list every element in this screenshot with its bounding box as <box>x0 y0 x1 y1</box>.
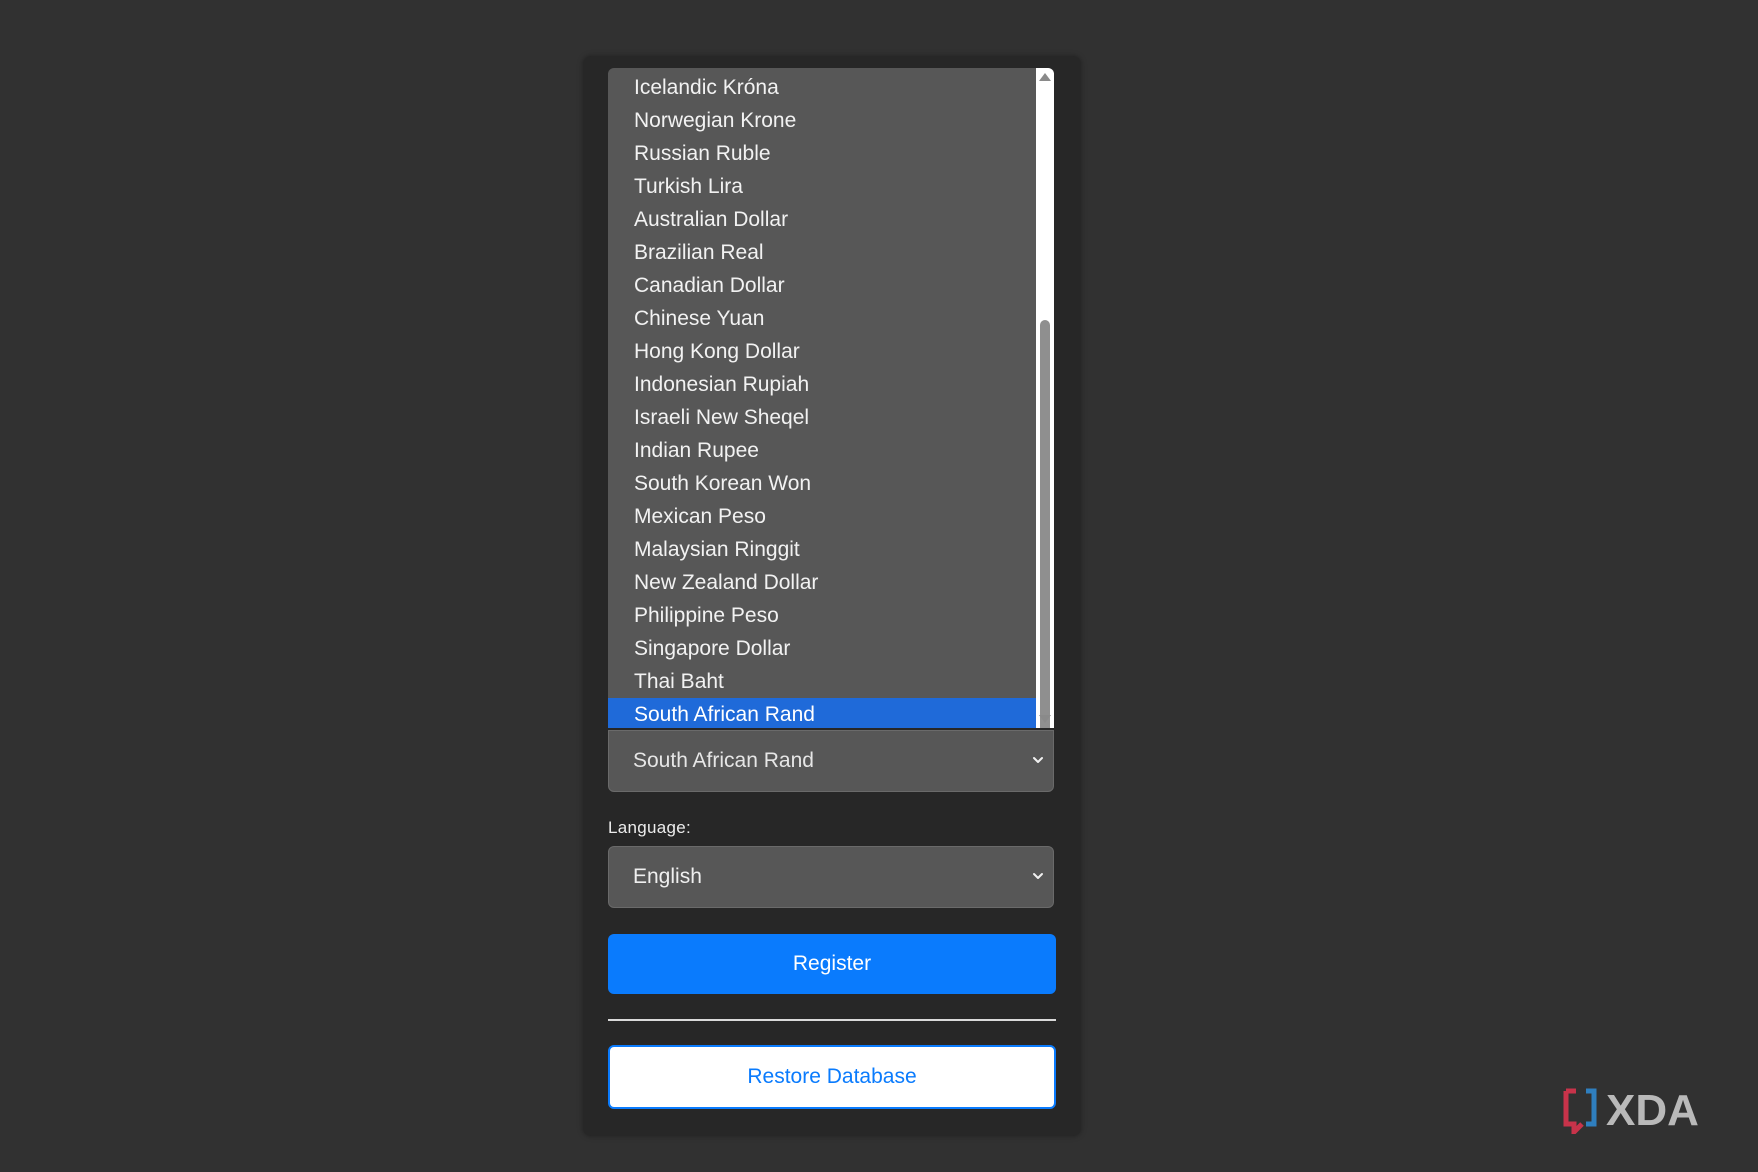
register-button[interactable]: Register <box>608 934 1056 994</box>
currency-select-value: South African Rand <box>633 749 814 772</box>
xda-wordmark: XDA <box>1606 1086 1699 1134</box>
chevron-down-icon <box>1033 873 1043 879</box>
currency-option[interactable]: South African Rand <box>608 698 1036 728</box>
currency-option[interactable]: Australian Dollar <box>608 203 1036 236</box>
restore-database-button[interactable]: Restore Database <box>608 1045 1056 1109</box>
chevron-down-icon <box>1033 757 1043 763</box>
currency-option[interactable]: Indian Rupee <box>608 434 1036 467</box>
currency-options: Icelandic Króna Norwegian Krone Russian Ru… <box>608 71 1036 728</box>
xda-logo: XDA <box>1563 1086 1699 1134</box>
language-select-value: English <box>633 865 702 888</box>
currency-option[interactable]: Chinese Yuan <box>608 302 1036 335</box>
language-select[interactable]: English <box>608 846 1054 908</box>
currency-option[interactable]: Malaysian Ringgit <box>608 533 1036 566</box>
currency-option[interactable]: New Zealand Dollar <box>608 566 1036 599</box>
divider <box>608 1019 1056 1021</box>
currency-option[interactable]: South Korean Won <box>608 467 1036 500</box>
currency-option[interactable]: Indonesian Rupiah <box>608 368 1036 401</box>
currency-option[interactable]: Norwegian Krone <box>608 104 1036 137</box>
currency-option[interactable]: Philippine Peso <box>608 599 1036 632</box>
scrollbar-thumb[interactable] <box>1040 320 1050 728</box>
scroll-up-arrow-icon[interactable] <box>1036 68 1054 86</box>
currency-option[interactable]: Brazilian Real <box>608 236 1036 269</box>
currency-option[interactable]: Canadian Dollar <box>608 269 1036 302</box>
currency-dropdown-list[interactable]: Icelandic Króna Norwegian Krone Russian Ru… <box>608 68 1054 728</box>
currency-option[interactable]: Mexican Peso <box>608 500 1036 533</box>
language-label: Language: <box>608 818 692 837</box>
currency-option[interactable]: Hong Kong Dollar <box>608 335 1036 368</box>
currency-option[interactable]: Thai Baht <box>608 665 1036 698</box>
currency-option[interactable]: Israeli New Sheqel <box>608 401 1036 434</box>
scroll-down-arrow-icon[interactable] <box>1036 710 1054 728</box>
currency-option[interactable]: Icelandic Króna <box>608 71 1036 104</box>
currency-option[interactable]: Russian Ruble <box>608 137 1036 170</box>
currency-option[interactable]: Turkish Lira <box>608 170 1036 203</box>
dropdown-scrollbar[interactable] <box>1036 68 1054 728</box>
currency-select[interactable]: South African Rand <box>608 730 1054 792</box>
currency-option[interactable]: Singapore Dollar <box>608 632 1036 665</box>
